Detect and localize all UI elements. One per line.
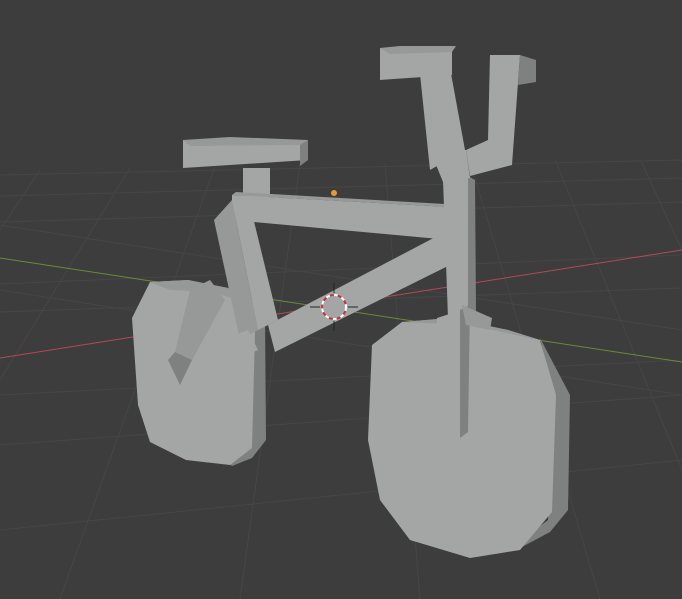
top-tube[interactable] — [232, 195, 450, 240]
3d-viewport[interactable] — [0, 0, 682, 599]
object-origin — [331, 190, 337, 196]
handlebar[interactable] — [380, 46, 536, 182]
bicycle-mesh[interactable] — [132, 46, 570, 558]
